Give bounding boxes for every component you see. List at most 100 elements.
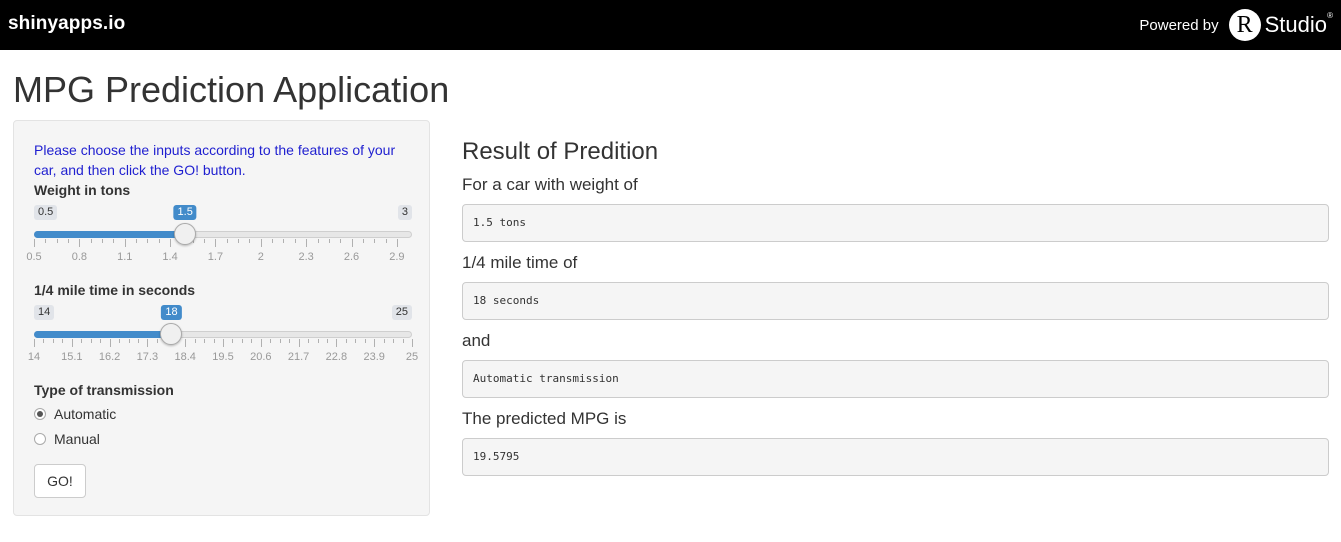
time-slider-label: 1/4 mile time in seconds	[34, 282, 196, 298]
slider-minor-tick	[355, 339, 357, 343]
slider-tick-label: 23.9	[363, 351, 385, 363]
time-result-output: 18 seconds	[462, 282, 1329, 320]
slider-major-tick	[185, 339, 187, 347]
weight-value-badge: 1.5	[173, 205, 197, 220]
slider-tick-label: 2.3	[298, 251, 314, 263]
registered-mark: ®	[1327, 11, 1333, 20]
slider-minor-tick	[317, 339, 319, 343]
slider-minor-tick	[241, 339, 243, 343]
slider-major-tick	[147, 339, 149, 347]
slider-tick-label: 15.1	[61, 351, 83, 363]
slider-major-tick	[298, 339, 300, 347]
result-title: Result of Predition	[462, 138, 659, 165]
slider-tick-label: 1.1	[117, 251, 133, 263]
slider-tick-label: 21.7	[287, 351, 310, 363]
rstudio-wordmark-text: Studio	[1264, 12, 1327, 37]
slider-major-tick	[170, 239, 172, 247]
time-result-label: 1/4 mile time of	[462, 253, 578, 272]
top-navbar: shinyapps.io Powered by R Studio ®	[0, 0, 1341, 50]
slider-minor-tick	[119, 339, 121, 343]
weight-max-badge: 3	[397, 205, 412, 220]
instructions-text: Please choose the inputs according to th…	[34, 142, 396, 178]
slider-major-tick	[34, 239, 35, 247]
slider-minor-tick	[90, 339, 92, 343]
slider-major-tick	[223, 339, 224, 347]
slider-minor-tick	[194, 339, 196, 343]
slider-minor-tick	[68, 239, 70, 243]
slider-minor-tick	[249, 239, 251, 243]
slider-tick-label: 0.5	[26, 251, 42, 263]
slider-tick-label: 22.8	[325, 351, 348, 363]
input-panel: Please choose the inputs according to th…	[13, 120, 430, 516]
slider-tick-label: 17.3	[136, 351, 159, 363]
slider-minor-tick	[283, 239, 285, 243]
slider-minor-tick	[272, 239, 274, 243]
slider-minor-tick	[385, 239, 387, 243]
slider-major-tick	[109, 339, 111, 347]
slider-tick-label: 19.5	[212, 351, 234, 363]
slider-minor-tick	[251, 339, 253, 343]
slider-minor-tick	[345, 339, 347, 343]
slider-minor-tick	[43, 339, 45, 343]
weight-slider-fill	[34, 231, 186, 238]
radio-manual[interactable]: Manual	[34, 429, 100, 449]
slider-major-tick	[351, 239, 353, 247]
go-button[interactable]: GO!	[34, 464, 86, 498]
powered-by-rstudio[interactable]: Powered by R Studio ®	[1139, 8, 1333, 42]
slider-minor-tick	[238, 239, 240, 243]
powered-by-label: Powered by	[1139, 16, 1219, 34]
radio-automatic-label: Automatic	[54, 406, 117, 422]
transmission-result-output: Automatic transmission	[462, 360, 1329, 398]
radio-automatic-button[interactable]	[34, 408, 46, 420]
slider-minor-tick	[289, 339, 291, 343]
rstudio-r-icon: R	[1228, 9, 1261, 41]
radio-manual-button[interactable]	[34, 433, 46, 445]
slider-minor-tick	[383, 339, 385, 343]
time-max-badge: 25	[391, 305, 412, 320]
weight-result-output: 1.5 tons	[462, 204, 1329, 242]
slider-minor-tick	[100, 339, 102, 343]
slider-minor-tick	[56, 239, 58, 243]
slider-major-tick	[124, 239, 126, 247]
transmission-label: Type of transmission	[34, 382, 174, 398]
slider-minor-tick	[226, 239, 228, 243]
slider-major-tick	[412, 339, 413, 347]
and-label: and	[462, 331, 491, 350]
time-slider-handle[interactable]	[160, 323, 183, 345]
brand-logo[interactable]: shinyapps.io	[8, 13, 125, 35]
page-title: MPG Prediction Application	[13, 69, 450, 110]
slider-major-tick	[336, 339, 338, 347]
time-slider-fill	[34, 331, 172, 338]
time-slider[interactable]: 14 25 18 14 15.1 16.2 17.3 18.4 19.5 20.6 21.7 2…	[28, 305, 418, 375]
slider-minor-tick	[232, 339, 234, 343]
radio-manual-label: Manual	[54, 431, 100, 447]
slider-minor-tick	[317, 239, 319, 243]
slider-tick-label: 16.2	[98, 351, 121, 363]
slider-minor-tick	[294, 239, 296, 243]
slider-minor-tick	[128, 339, 130, 343]
slider-minor-tick	[113, 239, 115, 243]
slider-major-tick	[260, 339, 262, 347]
weight-slider[interactable]: 0.5 3 1.5 0.5 0.8 1.1 1.4 1.7 2 2.3 2.6 2.9	[26, 205, 412, 275]
slider-major-tick	[374, 339, 376, 347]
slider-minor-tick	[136, 239, 138, 243]
slider-minor-tick	[102, 239, 104, 243]
slider-minor-tick	[308, 339, 310, 343]
slider-tick-label: 25	[405, 351, 419, 363]
slider-minor-tick	[81, 339, 83, 343]
slider-tick-label: 1.4	[162, 251, 178, 263]
slider-minor-tick	[52, 339, 54, 343]
slider-minor-tick	[279, 339, 281, 343]
slider-minor-tick	[204, 239, 206, 243]
slider-major-tick	[34, 339, 35, 347]
radio-automatic[interactable]: Automatic	[34, 404, 116, 424]
weight-result-label: For a car with weight of	[462, 175, 638, 194]
slider-minor-tick	[204, 339, 206, 343]
slider-major-tick	[215, 239, 217, 247]
slider-minor-tick	[90, 239, 92, 243]
slider-minor-tick	[45, 239, 47, 243]
weight-min-badge: 0.5	[34, 205, 58, 220]
slider-minor-tick	[213, 339, 215, 343]
slider-minor-tick	[156, 339, 158, 343]
slider-tick-label: 2.9	[389, 251, 405, 263]
